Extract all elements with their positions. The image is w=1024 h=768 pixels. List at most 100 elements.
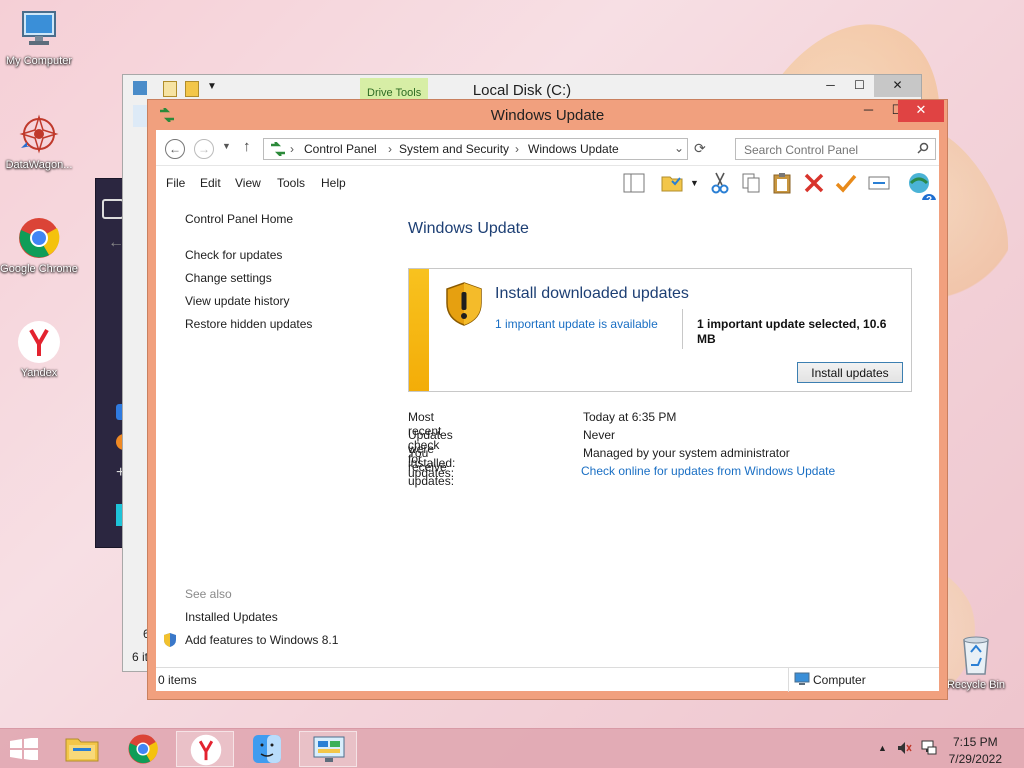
breadcrumb-separator-icon[interactable]: ›	[290, 142, 294, 156]
show-hidden-icons-icon[interactable]: ▲	[878, 743, 887, 753]
see-also-heading: See also	[185, 587, 232, 601]
delete-icon[interactable]	[802, 171, 826, 195]
folder-options-icon[interactable]	[660, 171, 684, 195]
info-value: Managed by your system administrator	[583, 446, 790, 460]
desktop-icon-google-chrome[interactable]: Google Chrome	[0, 216, 78, 275]
desktop-icon-datawagon[interactable]: DataWagon...	[0, 112, 78, 171]
explorer-maximize-button[interactable]: ☐	[845, 75, 874, 97]
explorer-status-items: 6 it	[132, 650, 149, 664]
page-title: Windows Update	[408, 220, 529, 237]
menu-view[interactable]: View	[235, 176, 261, 190]
search-input[interactable]	[742, 142, 910, 158]
up-arrow-icon[interactable]: ↑	[243, 138, 251, 155]
taskbar: ▲ 7:15 PM 7/29/2022	[0, 728, 1024, 768]
menu-tools[interactable]: Tools	[277, 176, 305, 190]
network-icon[interactable]	[920, 739, 938, 760]
info-value: Today at 6:35 PM	[583, 410, 677, 424]
menu-bar: File Edit View Tools Help ▼ ?	[156, 166, 939, 208]
window-client-area: ← → ▼ ↑ › Control Panel › System and Sec…	[156, 130, 939, 692]
panel-divider	[682, 309, 683, 349]
desktop-icon-yandex[interactable]: Yandex	[0, 320, 78, 379]
back-button[interactable]: ←	[165, 139, 185, 159]
yandex-icon	[17, 320, 61, 364]
explorer-minimize-button[interactable]: ─	[816, 75, 845, 97]
taskbar-google-chrome[interactable]	[114, 731, 172, 767]
address-bar[interactable]: › Control Panel › System and Security › …	[263, 138, 688, 160]
address-dropdown-icon[interactable]: ⌄	[674, 141, 684, 155]
breadcrumb-system-and-security[interactable]: System and Security	[399, 142, 509, 156]
chrome-icon	[128, 734, 158, 764]
desktop-icon-label: Recycle Bin	[946, 679, 1006, 691]
clock[interactable]: 7:15 PM 7/29/2022	[949, 734, 1002, 768]
globe-icon[interactable]	[907, 171, 931, 195]
folder-options-dropdown-icon[interactable]: ▼	[690, 178, 699, 188]
taskbar-file-explorer[interactable]	[53, 731, 111, 767]
paste-icon[interactable]	[770, 171, 794, 195]
view-update-history-link[interactable]: View update history	[185, 294, 290, 308]
recent-locations-dropdown-icon[interactable]: ▼	[222, 141, 231, 151]
breadcrumb-control-panel[interactable]: Control Panel	[304, 142, 377, 156]
copy-icon[interactable]	[739, 171, 763, 195]
desktop-icon-recycle-bin[interactable]: Recycle Bin	[937, 632, 1015, 691]
datawagon-icon	[17, 112, 61, 156]
install-downloaded-updates-heading: Install downloaded updates	[495, 285, 689, 302]
recycle-bin-icon	[954, 632, 998, 676]
navigation-bar: ← → ▼ ↑ › Control Panel › System and Sec…	[156, 130, 939, 166]
close-button[interactable]: ✕	[898, 100, 944, 122]
computer-icon	[794, 672, 810, 689]
status-divider	[788, 668, 789, 692]
menu-help[interactable]: Help	[321, 176, 346, 190]
volume-muted-icon[interactable]	[896, 740, 912, 759]
file-explorer-icon	[65, 738, 99, 762]
taskbar-control-panel[interactable]	[299, 731, 357, 767]
chrome-icon	[17, 216, 61, 260]
left-navigation-pane: Control Panel Home Check for updates Cha…	[156, 200, 388, 667]
refresh-icon[interactable]: ⟳	[694, 140, 706, 157]
forward-button[interactable]: →	[194, 139, 214, 159]
search-icon[interactable]	[917, 142, 929, 157]
info-value: Never	[583, 428, 616, 442]
control-panel-icon	[269, 141, 287, 159]
cut-icon[interactable]	[708, 171, 732, 195]
title-bar[interactable]: Windows Update ─ ☐ ✕	[148, 100, 947, 130]
breadcrumb-separator-icon[interactable]: ›	[515, 142, 519, 156]
shield-icon	[163, 632, 177, 651]
clock-time: 7:15 PM	[952, 735, 998, 749]
window-title: Windows Update	[490, 107, 605, 124]
add-features-link[interactable]: Add features to Windows 8.1	[185, 633, 338, 647]
menu-edit[interactable]: Edit	[200, 176, 221, 190]
install-updates-button[interactable]: Install updates	[797, 362, 903, 383]
desktop-icon-label: DataWagon...	[5, 159, 73, 171]
important-update-available-link[interactable]: 1 important update is available	[495, 317, 658, 331]
minimize-button[interactable]: ─	[854, 100, 883, 122]
item-count: 0 items	[158, 673, 197, 687]
explorer-close-button[interactable]: ✕	[874, 75, 921, 97]
check-for-updates-link[interactable]: Check for updates	[185, 248, 282, 262]
finder-icon	[253, 735, 281, 763]
desktop-icon-label: Yandex	[20, 367, 58, 379]
warning-status-bar	[409, 269, 429, 391]
control-panel-home-link[interactable]: Control Panel Home	[185, 212, 293, 226]
layout-pane-icon[interactable]	[622, 171, 646, 195]
taskbar-finder[interactable]	[238, 731, 296, 767]
control-panel-icon	[313, 736, 345, 762]
breadcrumb-separator-icon[interactable]: ›	[388, 142, 392, 156]
info-label: You receive updates:	[408, 446, 455, 488]
check-online-link[interactable]: Check online for updates from Windows Up…	[581, 464, 835, 478]
desktop-icon-my-computer[interactable]: My Computer	[0, 8, 78, 67]
taskbar-yandex[interactable]	[176, 731, 234, 767]
desktop-icon-label: Google Chrome	[0, 263, 78, 275]
installed-updates-link[interactable]: Installed Updates	[185, 610, 278, 624]
explorer-title: Local Disk (C:)	[472, 82, 572, 99]
search-box[interactable]	[735, 138, 936, 160]
windows-update-window[interactable]: Windows Update ─ ☐ ✕ ← → ▼ ↑ › Control P…	[147, 99, 948, 700]
properties-icon[interactable]	[867, 171, 891, 195]
start-button[interactable]	[10, 737, 38, 763]
clock-date: 7/29/2022	[948, 752, 1002, 766]
menu-file[interactable]: File	[166, 176, 185, 190]
change-settings-link[interactable]: Change settings	[185, 271, 272, 285]
restore-hidden-updates-link[interactable]: Restore hidden updates	[185, 317, 312, 331]
computer-icon	[17, 8, 61, 52]
checkmark-icon[interactable]	[834, 171, 858, 195]
breadcrumb-windows-update[interactable]: Windows Update	[528, 142, 619, 156]
